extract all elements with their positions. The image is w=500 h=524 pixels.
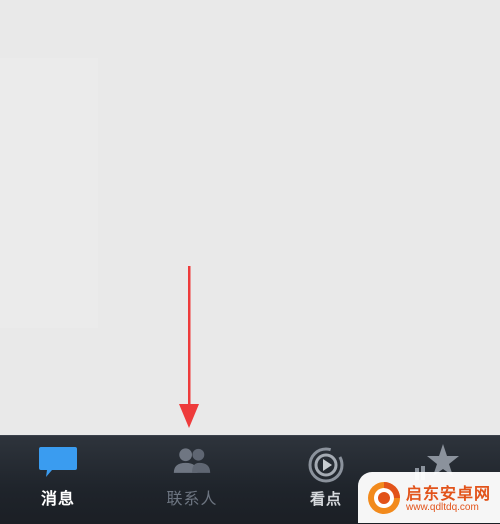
chat-bubble-icon xyxy=(39,447,77,477)
content-area xyxy=(0,0,500,435)
play-circle-icon xyxy=(308,447,344,483)
tab-messages[interactable]: 消息 xyxy=(0,436,123,524)
tab-contacts-label: 联系人 xyxy=(166,489,218,508)
annotation-arrow xyxy=(179,266,199,428)
site-logo-icon xyxy=(368,482,400,514)
watermark-title: 启东安卓网 xyxy=(406,484,492,503)
tab-contacts[interactable]: 联系人 xyxy=(127,436,257,524)
contacts-icon xyxy=(173,448,211,473)
watermark-url: www.qdltdq.com xyxy=(406,502,479,513)
tab-messages-label: 消息 xyxy=(40,489,75,508)
faded-panel xyxy=(0,58,98,328)
site-watermark: 启东安卓网 www.qdltdq.com xyxy=(358,472,500,523)
